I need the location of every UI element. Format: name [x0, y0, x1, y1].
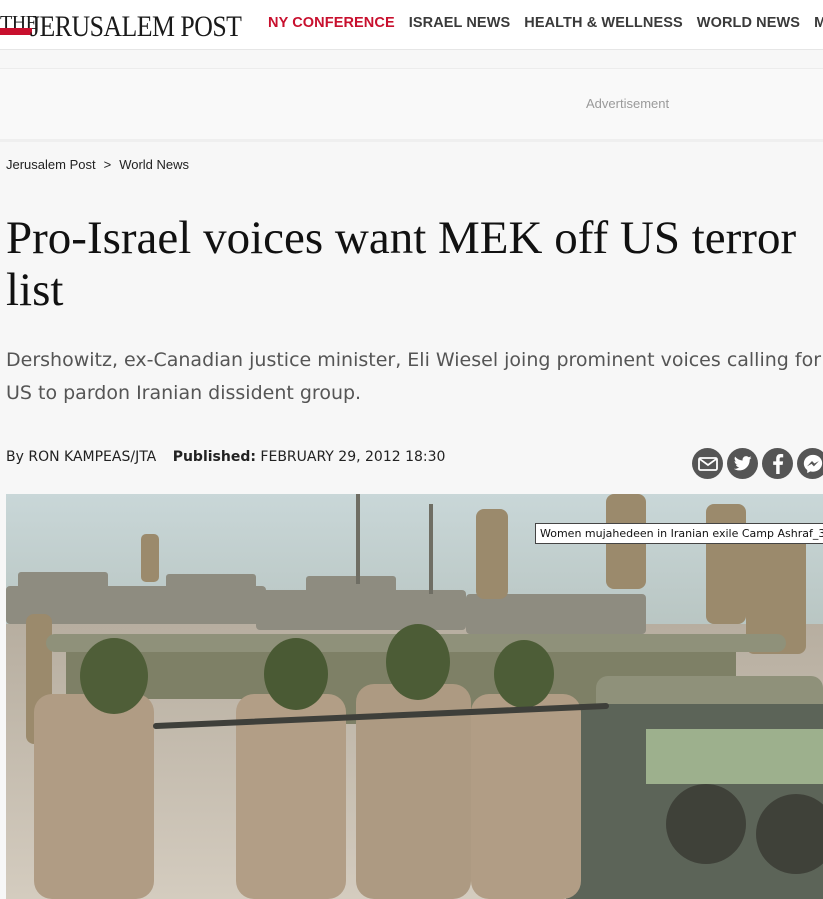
twitter-icon[interactable] — [727, 448, 758, 479]
page: THE JERUSALEM POST NY CONFERENCE ISRAEL … — [0, 0, 823, 899]
nav-item-middle-east[interactable]: MIDDLE EAST — [814, 15, 823, 31]
breadcrumb-section[interactable]: World News — [119, 157, 189, 172]
logo-name: JERUSALEM POST — [30, 10, 242, 43]
share-buttons — [692, 448, 823, 479]
nav-item-health-wellness[interactable]: HEALTH & WELLNESS — [524, 15, 683, 31]
published-date: FEBRUARY 29, 2012 18:30 — [260, 449, 446, 465]
logo-red-bar — [0, 28, 32, 35]
byline: By RON KAMPEAS/JTA Published: FEBRUARY 2… — [6, 449, 445, 465]
hero-photo-illustration — [6, 494, 823, 899]
article-hero-image — [6, 494, 823, 899]
article-subtitle: Dershowitz, ex-Canadian justice minister… — [6, 349, 822, 404]
published-label: Published: — [172, 449, 256, 465]
nav-item-israel-news[interactable]: ISRAEL NEWS — [409, 15, 511, 31]
article-headline: Pro-Israel voices want MEK off US terror… — [6, 212, 797, 316]
site-header: THE JERUSALEM POST NY CONFERENCE ISRAEL … — [0, 0, 823, 50]
main-nav: NY CONFERENCE ISRAEL NEWS HEALTH & WELLN… — [268, 15, 823, 31]
advertisement-label: Advertisement — [586, 96, 670, 111]
author-link[interactable]: RON KAMPEAS/JTA — [28, 449, 156, 465]
breadcrumb-home[interactable]: Jerusalem Post — [6, 157, 96, 172]
advertisement-slot[interactable]: Advertisement — [0, 68, 823, 142]
byline-by: By — [6, 449, 24, 465]
nav-item-ny-conference[interactable]: NY CONFERENCE — [268, 15, 395, 31]
nav-item-world-news[interactable]: WORLD NEWS — [697, 15, 800, 31]
messenger-icon[interactable] — [797, 448, 823, 479]
breadcrumb: Jerusalem Post > World News — [6, 157, 189, 172]
image-caption: Women mujahedeen in Iranian exile Camp A… — [535, 523, 823, 544]
facebook-icon[interactable] — [762, 448, 793, 479]
breadcrumb-separator: > — [103, 157, 112, 172]
email-icon[interactable] — [692, 448, 723, 479]
